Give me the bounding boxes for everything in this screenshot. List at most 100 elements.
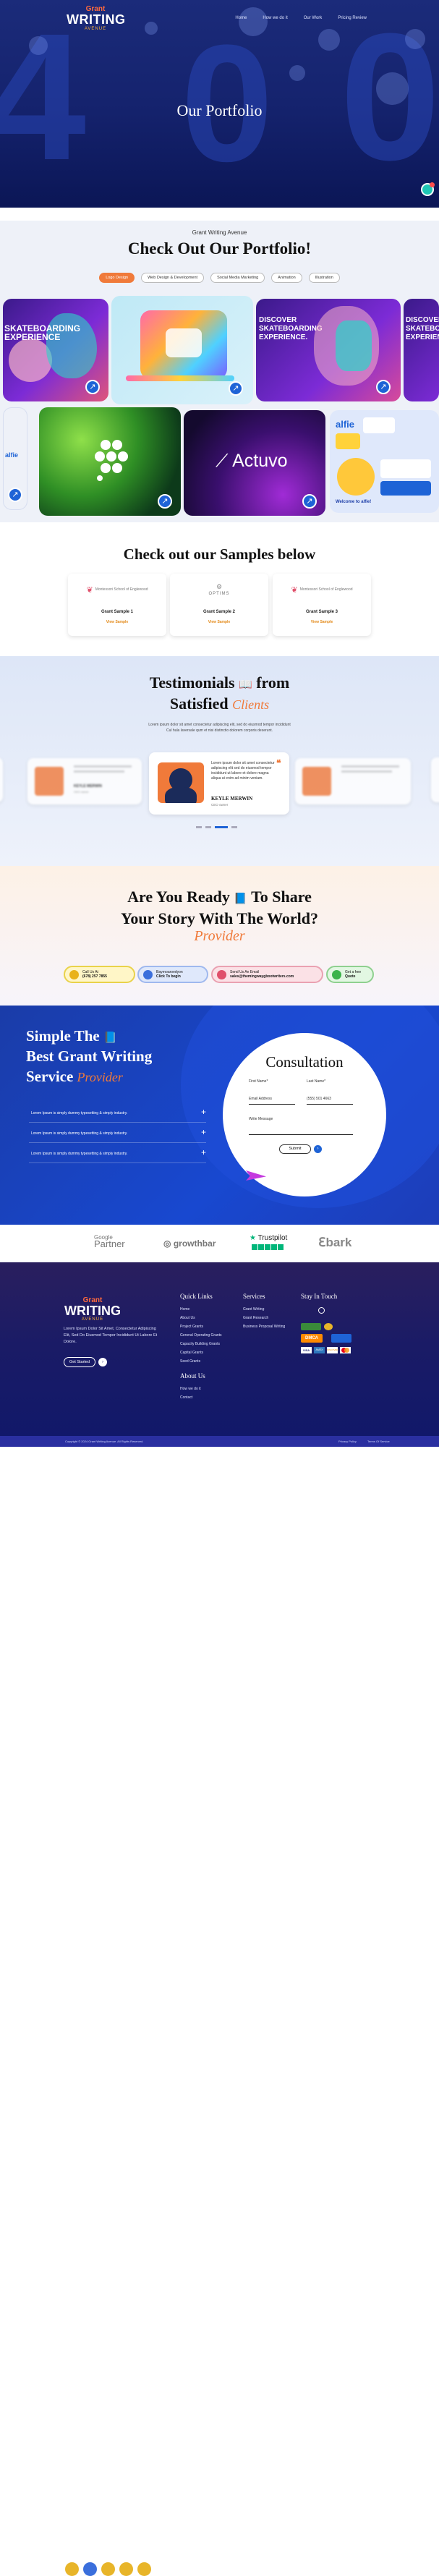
footer-link[interactable]: Grant Research <box>243 1316 268 1320</box>
privacy-link[interactable]: Privacy Policy <box>338 1440 357 1443</box>
portfolio-section: Grant Writing Avenue Check Out Our Portf… <box>0 221 439 522</box>
portfolio-card-skate-2[interactable]: DISCOVER SKATEBOARDING EXPERIENCE. ↗ <box>256 299 401 401</box>
testimonial-card-edge <box>431 757 439 802</box>
footer-link[interactable]: How we do it <box>180 1387 201 1391</box>
copyright-text: Copyright © 2024 Grant Writing Avenue. A… <box>65 1440 144 1443</box>
social-icon[interactable] <box>318 1307 325 1314</box>
footer-link[interactable]: Business Proposal Writing <box>243 1325 285 1329</box>
call-us-pill[interactable]: Call Us At (678) 257 7855 <box>64 966 135 983</box>
portfolio-eyebrow: Grant Writing Avenue <box>192 229 247 236</box>
portfolio-card-alfie-left[interactable]: alfie ↗ <box>3 407 27 510</box>
security-badge <box>301 1323 321 1330</box>
nav-pricing-review[interactable]: Pricing Review <box>338 16 367 20</box>
faq-item[interactable]: Lorem Ipsum is simply dummy typesetting … <box>29 1144 206 1163</box>
testimonial-card <box>295 758 411 804</box>
portfolio-card-green-logo[interactable]: ↗ <box>39 407 181 516</box>
filter-illustration[interactable]: Illustration <box>308 273 340 283</box>
trustpilot-logo: ★ Trustpilot <box>250 1234 288 1242</box>
footer-link[interactable]: Capital Grants <box>180 1351 203 1355</box>
card-link-icon[interactable]: ↗ <box>229 381 243 396</box>
sample-name: Grant Sample 1 <box>101 610 133 614</box>
chat-widget-icon[interactable] <box>421 182 435 196</box>
nav-how-we-do-it[interactable]: How we do it <box>263 16 287 20</box>
filter-social-media[interactable]: Social Media Marketing <box>210 273 265 283</box>
submit-button[interactable]: Submit <box>279 1144 311 1154</box>
email-pill[interactable]: Send Us An Email sales@themingwaygbootwri… <box>211 966 323 983</box>
message-field[interactable]: Write Message <box>249 1117 273 1121</box>
about-us-title: About Us <box>180 1372 205 1380</box>
view-sample-link[interactable]: View Sample <box>170 620 268 624</box>
terms-link[interactable]: Terms Of Service <box>367 1440 390 1443</box>
logo-line3: AVENUE <box>84 27 107 31</box>
cursor-icon <box>143 969 153 979</box>
footer-link[interactable]: Home <box>180 1307 189 1312</box>
sample-card-1[interactable]: ❦ Montessori School of Englewood Grant Sa… <box>68 574 166 636</box>
portfolio-card-skate-3[interactable]: DISCOVER SKATEBOARDING EXPERIENCE. <box>404 299 439 401</box>
bark-logo: ℇbark <box>318 1236 352 1249</box>
award-badge <box>119 2562 133 2576</box>
phone-field[interactable]: (555) 501 4663 <box>307 1097 331 1101</box>
testimonial-card-featured: Lorem ipsum dolor sit amet consectetur a… <box>149 752 289 815</box>
samples-title: Check out our Samples below <box>123 545 316 563</box>
footer-link[interactable]: Capacity Building Grants <box>180 1342 220 1346</box>
get-started-button[interactable]: Get Started <box>64 1357 95 1367</box>
view-sample-link[interactable]: View Sample <box>273 620 371 624</box>
footer-about: Lorem Ipsum Dolor Sit Amet, Consectetur … <box>64 1327 158 1344</box>
email-field[interactable]: Email Address <box>249 1097 272 1101</box>
portfolio-card-web[interactable]: ↗ <box>111 296 253 404</box>
montessori-logo: ❦ Montessori School of Englewood <box>291 585 353 595</box>
portfolio-filters: Logo Design Web Design & Development Soc… <box>0 273 439 283</box>
carousel-dots <box>196 826 237 828</box>
form-title: Consultation <box>265 1053 344 1071</box>
page-title: Our Portfolio <box>176 101 263 119</box>
quote-pill[interactable]: Get a free Quote <box>326 966 374 983</box>
footer-link[interactable]: About Us <box>180 1316 195 1320</box>
award-badge <box>101 2562 115 2576</box>
portfolio-card-alfie[interactable]: alfie Welcome to alfie! <box>330 410 439 513</box>
quick-links-title: Quick Links <box>180 1293 213 1300</box>
carousel-dot[interactable] <box>196 826 202 828</box>
main-nav: Home How we do it Our Work Pricing Revie… <box>235 16 367 20</box>
filter-animation[interactable]: Animation <box>271 273 302 283</box>
nav-our-work[interactable]: Our Work <box>304 16 323 20</box>
card-link-icon[interactable]: ↗ <box>85 380 100 394</box>
plus-icon: + <box>200 1127 206 1137</box>
card-link-icon[interactable]: ↗ <box>158 494 172 509</box>
cta-title-line1: Are You Ready 📘 To Share <box>127 888 312 906</box>
sample-card-3[interactable]: ❦ Montessori School of Englewood Grant Sa… <box>273 574 371 636</box>
footer-link[interactable]: Grant Writing <box>243 1307 264 1312</box>
sample-card-2[interactable]: ⚙ OPTIMS Grant Sample 2 View Sample <box>170 574 268 636</box>
begin-pill[interactable]: Bayrnoaroedyon Click To begin <box>137 966 208 983</box>
testimonial-card-edge <box>0 757 3 802</box>
footer-logo[interactable]: Grant WRITING AVENUE <box>64 1297 122 1322</box>
faq-item[interactable]: Lorem Ipsum is simply dummy typesetting … <box>29 1124 206 1143</box>
site-logo[interactable]: Grant WRITING AVENUE <box>67 6 125 35</box>
card-link-icon[interactable]: ↗ <box>376 380 391 394</box>
nav-home[interactable]: Home <box>235 16 247 20</box>
card-link-icon[interactable]: ↗ <box>302 494 317 509</box>
footer-link[interactable]: General Operating Grants <box>180 1333 222 1338</box>
carousel-dot-active[interactable] <box>215 826 228 828</box>
carousel-dot[interactable] <box>231 826 237 828</box>
portfolio-card-actuvo[interactable]: ⟋ Actuvo ↗ <box>184 410 325 516</box>
consult-title-line2: Best Grant Writing <box>26 1047 153 1065</box>
testimonials-section: Testimonials 📖 from Satisfied Clients Lo… <box>0 656 439 866</box>
footer-link[interactable]: Contact <box>180 1395 192 1400</box>
footer-link[interactable]: Seed Grants <box>180 1359 200 1364</box>
last-name-label: Last Name* <box>307 1079 326 1084</box>
mastercard-icon <box>340 1347 351 1353</box>
footer-bottom-bar: Copyright © 2024 Grant Writing Avenue. A… <box>0 1436 439 1447</box>
carousel-dot[interactable] <box>205 826 211 828</box>
sample-name: Grant Sample 2 <box>203 610 235 614</box>
footer-link[interactable]: Project Grants <box>180 1325 203 1329</box>
filter-logo-design[interactable]: Logo Design <box>99 273 135 283</box>
filter-web-design[interactable]: Web Design & Development <box>141 273 205 283</box>
portfolio-card-skate-1[interactable]: SKATEBOARDING EXPERIENCE ↗ <box>3 299 108 401</box>
faq-item[interactable]: Lorem Ipsum is simply dummy typesetting … <box>29 1104 206 1123</box>
card-link-icon[interactable]: ↗ <box>8 488 22 502</box>
arrow-right-icon[interactable]: › <box>98 1358 107 1366</box>
plus-icon: + <box>200 1107 206 1117</box>
view-sample-link[interactable]: View Sample <box>68 620 166 624</box>
arrow-right-icon[interactable]: › <box>314 1145 322 1153</box>
skate-card-text: DISCOVER SKATEBOARDING EXPERIENCE. <box>259 316 323 341</box>
